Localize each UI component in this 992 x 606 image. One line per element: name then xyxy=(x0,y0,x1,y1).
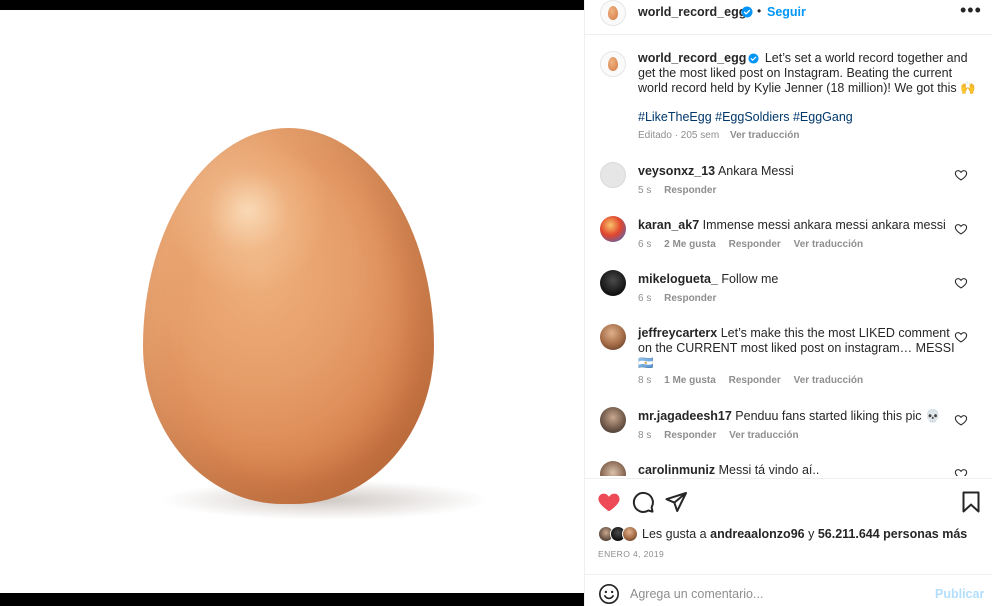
caption-text: world_record_egg Let’s set a world recor… xyxy=(638,51,978,96)
comment-meta: 8 s 1 Me gusta Responder Ver traducción xyxy=(638,375,873,386)
comment-body: Messi tá vindo aí.. xyxy=(718,463,820,476)
caption-username[interactable]: world_record_egg xyxy=(638,51,746,65)
post-media xyxy=(0,0,584,606)
comment-text: mr.jagadeesh17 Penduu fans started likin… xyxy=(638,409,958,424)
comment-text: mikelogueta_ Follow me xyxy=(638,272,958,287)
verified-badge-icon xyxy=(741,6,753,18)
comment-bubble-icon[interactable] xyxy=(631,490,655,514)
comment-body: Follow me xyxy=(721,272,779,286)
comment-meta: 6 s Responder xyxy=(638,293,726,304)
comment-item: mikelogueta_ Follow me 6 s Responder xyxy=(600,268,985,318)
comment-like-heart-icon[interactable] xyxy=(954,330,968,344)
comment-time: 6 s xyxy=(638,239,652,250)
comment-item: carolinmuniz Messi tá vindo aí.. xyxy=(600,459,985,476)
egg-avatar-icon xyxy=(608,6,618,20)
comment-username[interactable]: mikelogueta_ xyxy=(638,272,718,286)
comment-time: 5 s xyxy=(638,185,652,196)
reply-button[interactable]: Responder xyxy=(664,185,716,196)
likes-count-link[interactable]: 56.211.644 personas más xyxy=(818,527,967,541)
caption-edited: Editado · 205 sem xyxy=(638,130,720,141)
commenter-avatar[interactable] xyxy=(600,407,626,433)
commenter-avatar[interactable] xyxy=(600,324,626,350)
translate-link[interactable]: Ver traducción xyxy=(794,375,863,386)
comment-body: Penduu fans started liking this pic 💀 xyxy=(735,409,941,423)
likes-conj: y xyxy=(808,527,815,541)
share-paper-plane-icon[interactable] xyxy=(664,490,688,514)
likes-user-link[interactable]: andreaalonzo96 xyxy=(710,527,804,541)
comment-username[interactable]: karan_ak7 xyxy=(638,218,699,232)
comment-text: karan_ak7 Immense messi ankara messi ank… xyxy=(638,218,958,233)
comment-like-heart-icon[interactable] xyxy=(954,413,968,427)
comment-item: karan_ak7 Immense messi ankara messi ank… xyxy=(600,214,985,264)
post-actions-bar xyxy=(585,490,992,516)
liker-avatars[interactable] xyxy=(598,526,640,542)
emoji-icon[interactable] xyxy=(598,583,620,605)
comment-meta: 8 s Responder Ver traducción xyxy=(638,430,809,441)
more-options-icon[interactable]: ••• xyxy=(960,0,982,21)
comment-text: jeffreycarterx Let’s make this the most … xyxy=(638,326,958,371)
comment-likes-count[interactable]: 1 Me gusta xyxy=(664,375,716,386)
translate-link[interactable]: Ver traducción xyxy=(794,239,863,250)
divider xyxy=(585,478,992,479)
egg-avatar-icon xyxy=(608,57,618,71)
comment-meta: 6 s 2 Me gusta Responder Ver traducción xyxy=(638,239,873,250)
comment-time: 8 s xyxy=(638,430,652,441)
comment-username[interactable]: jeffreycarterx xyxy=(638,326,717,340)
comment-meta: 5 s Responder xyxy=(638,185,726,196)
commenter-avatar[interactable] xyxy=(600,216,626,242)
follow-button[interactable]: Seguir xyxy=(767,5,806,19)
post-header: world_record_egg • Seguir ••• xyxy=(585,0,992,26)
caption-avatar[interactable] xyxy=(600,51,626,77)
commenter-avatar[interactable] xyxy=(600,270,626,296)
reply-button[interactable]: Responder xyxy=(664,430,716,441)
commenter-avatar[interactable] xyxy=(600,162,626,188)
comment-composer: Publicar xyxy=(585,575,992,606)
comment-like-heart-icon[interactable] xyxy=(954,168,968,182)
comments-list[interactable]: veysonxz_13 Ankara Messi 5 s Responder k… xyxy=(585,158,992,476)
comment-body: Immense messi ankara messi ankara messi xyxy=(702,218,946,232)
comment-like-heart-icon[interactable] xyxy=(954,467,968,476)
comment-username[interactable]: carolinmuniz xyxy=(638,463,715,476)
comment-username[interactable]: veysonxz_13 xyxy=(638,164,715,178)
comment-likes-count[interactable]: 2 Me gusta xyxy=(664,239,716,250)
comment-like-heart-icon[interactable] xyxy=(954,276,968,290)
commenter-avatar[interactable] xyxy=(600,461,626,476)
comment-text: carolinmuniz Messi tá vindo aí.. xyxy=(638,463,958,476)
publish-button[interactable]: Publicar xyxy=(935,587,984,601)
header-separator: • xyxy=(757,4,762,18)
author-username[interactable]: world_record_egg xyxy=(638,5,746,19)
post-image[interactable] xyxy=(0,10,584,593)
verified-badge-icon xyxy=(748,53,759,64)
divider xyxy=(585,34,992,35)
caption-translate-link[interactable]: Ver traducción xyxy=(730,130,799,141)
comment-like-heart-icon[interactable] xyxy=(954,222,968,236)
reply-button[interactable]: Responder xyxy=(729,239,781,250)
comment-text: veysonxz_13 Ankara Messi xyxy=(638,164,958,179)
comment-item: mr.jagadeesh17 Penduu fans started likin… xyxy=(600,405,985,455)
likes-summary: Les gusta a andreaalonzo96 y 56.211.644 … xyxy=(598,525,967,543)
comment-time: 8 s xyxy=(638,375,652,386)
comment-item: veysonxz_13 Ankara Messi 5 s Responder xyxy=(600,160,985,210)
save-bookmark-icon[interactable] xyxy=(959,490,983,514)
post-date[interactable]: ENERO 4, 2019 xyxy=(598,549,664,559)
author-avatar[interactable] xyxy=(600,0,626,26)
likes-prefix: Les gusta a xyxy=(642,527,707,541)
egg-photo xyxy=(143,128,434,504)
caption-hashtags[interactable]: #LikeTheEgg #EggSoldiers #EggGang xyxy=(638,110,853,124)
reply-button[interactable]: Responder xyxy=(664,293,716,304)
instagram-post-view: world_record_egg • Seguir ••• world_reco… xyxy=(0,0,992,606)
caption-meta: Editado · 205 sem Ver traducción xyxy=(638,130,799,141)
comment-item: jeffreycarterx Let’s make this the most … xyxy=(600,322,985,402)
translate-link[interactable]: Ver traducción xyxy=(729,430,798,441)
comment-body: Ankara Messi xyxy=(717,164,794,178)
post-side-panel: world_record_egg • Seguir ••• world_reco… xyxy=(584,0,992,606)
like-heart-filled-icon[interactable] xyxy=(597,490,621,514)
comment-username[interactable]: mr.jagadeesh17 xyxy=(638,409,732,423)
comment-input[interactable] xyxy=(630,585,920,603)
comment-time: 6 s xyxy=(638,293,652,304)
liker-avatar xyxy=(622,526,638,542)
reply-button[interactable]: Responder xyxy=(729,375,781,386)
